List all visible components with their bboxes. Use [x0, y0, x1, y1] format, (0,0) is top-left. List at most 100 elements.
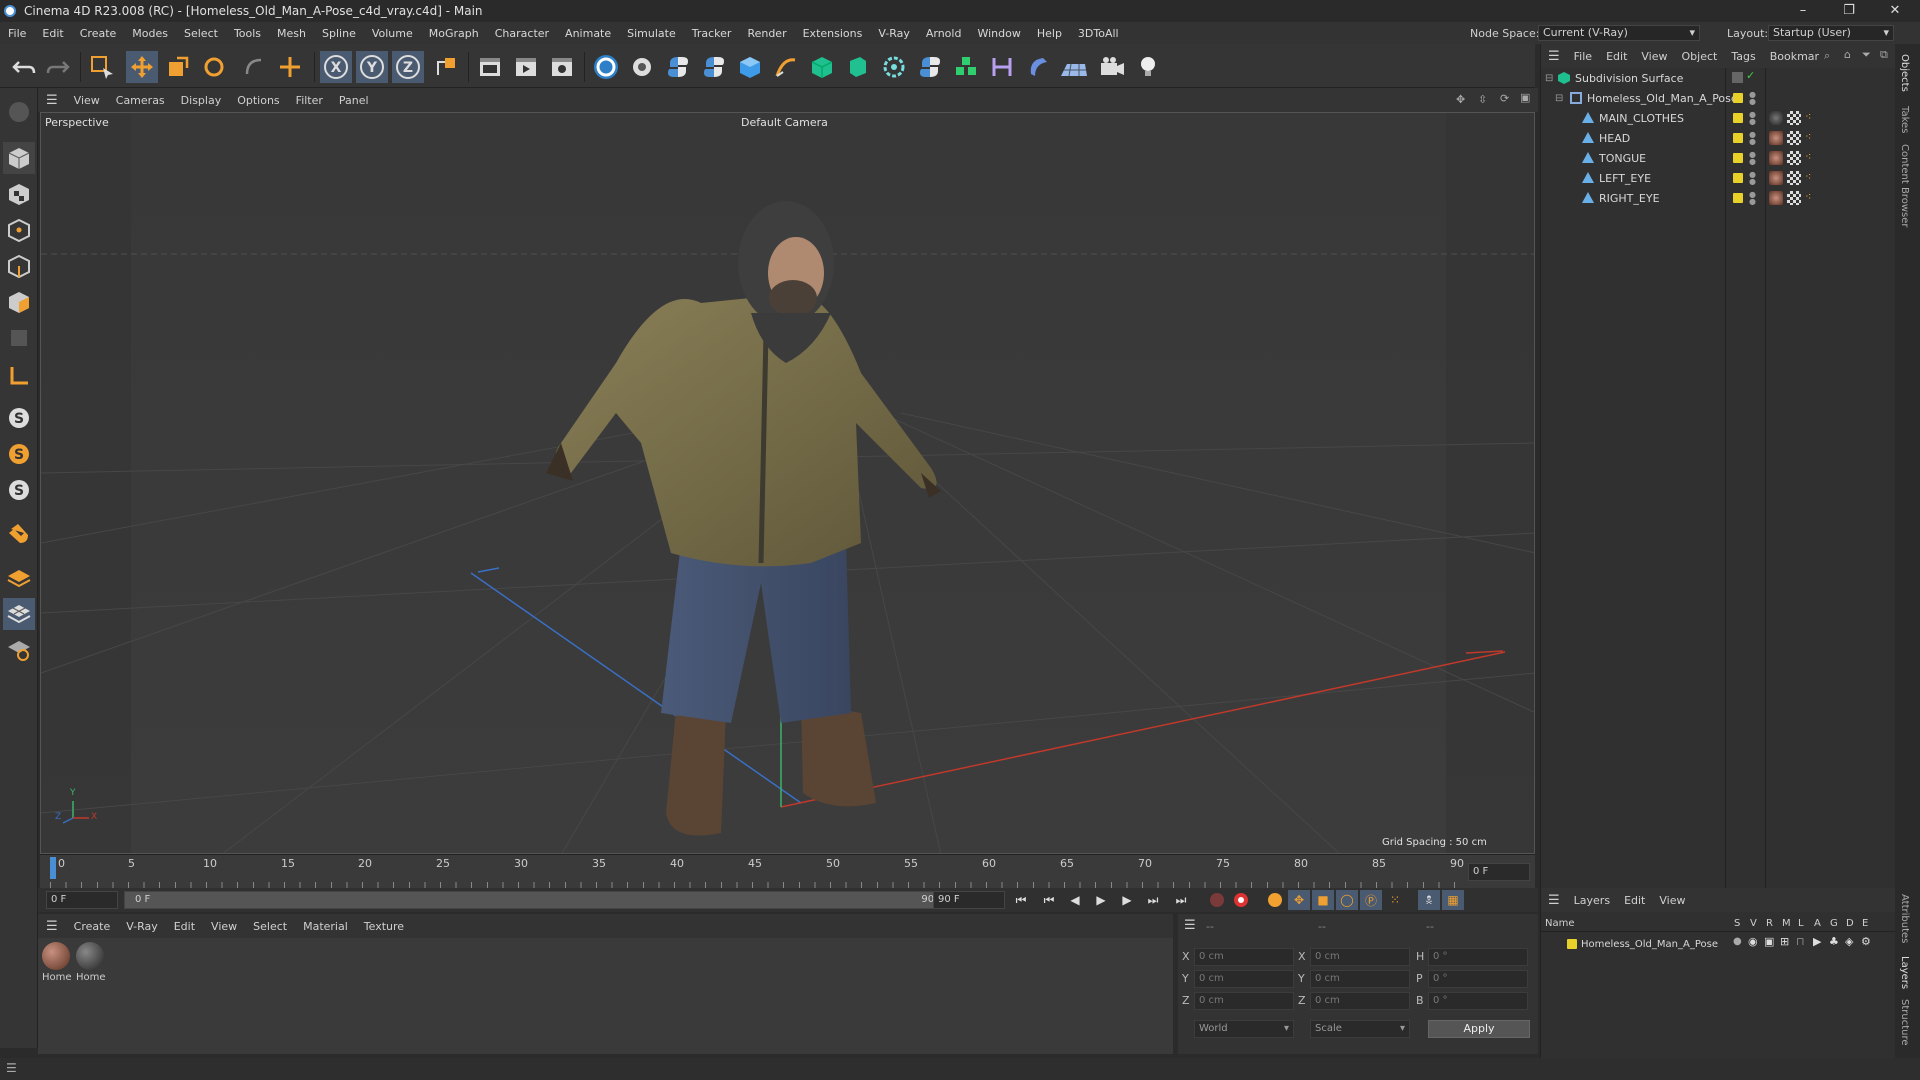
coord-pos-y-field[interactable]: 0 cm	[1194, 970, 1294, 988]
menu-select[interactable]: Select	[176, 27, 226, 40]
start-frame-field[interactable]: 0 F	[46, 891, 118, 909]
tab-content-browser[interactable]: Content Browser	[1899, 144, 1910, 227]
subdivision-button[interactable]	[806, 51, 838, 83]
key-scale-button[interactable]: ■	[1312, 890, 1334, 910]
cube-primitive-button[interactable]	[734, 51, 766, 83]
menu-modes[interactable]: Modes	[124, 27, 176, 40]
camera-button[interactable]	[1096, 51, 1128, 83]
layer-menu-view[interactable]: View	[1652, 894, 1692, 907]
object-menu-hamburger-icon[interactable]: ☰	[1541, 49, 1567, 64]
maximize-view-icon[interactable]: ▣	[1520, 91, 1530, 104]
model-mode-button[interactable]	[3, 142, 35, 174]
uvw-tag[interactable]	[1787, 131, 1801, 145]
apply-button[interactable]: Apply	[1428, 1020, 1530, 1038]
close-button[interactable]: ✕	[1872, 0, 1918, 22]
lock-icon[interactable]: ⊓	[1796, 935, 1805, 948]
solo-icon[interactable]: ●	[1733, 936, 1742, 947]
rotate-view-icon[interactable]: ⟳	[1500, 92, 1509, 105]
record-button[interactable]	[1206, 890, 1228, 910]
layer-col-deformers[interactable]: D	[1846, 918, 1854, 929]
tab-structure[interactable]: Structure	[1899, 999, 1910, 1046]
visibility-dots-icon[interactable]: ● ●	[1749, 191, 1756, 206]
menu-volume[interactable]: Volume	[364, 27, 421, 40]
workplane-button[interactable]	[3, 360, 35, 392]
vray-button[interactable]	[590, 51, 622, 83]
viewport-menu-hamburger-icon[interactable]: ☰	[38, 93, 66, 108]
node-space-select[interactable]: Current (V-Ray) ▾	[1538, 25, 1700, 41]
rotate-tool-button[interactable]	[198, 51, 230, 83]
search-icon[interactable]: ⌕	[1824, 49, 1830, 63]
material-tag[interactable]	[1769, 111, 1783, 125]
menu-create[interactable]: Create	[72, 27, 125, 40]
bend-deformer-button[interactable]	[986, 51, 1018, 83]
menu-file[interactable]: File	[0, 27, 34, 40]
object-row-homeless[interactable]: ⊟ Homeless_Old_Man_A_Pose ● ●	[1541, 88, 1896, 108]
object-menu-file[interactable]: File	[1567, 50, 1599, 63]
viewport-menu-options[interactable]: Options	[229, 94, 287, 107]
coordinate-system-button[interactable]	[430, 51, 462, 83]
goto-start-button[interactable]: ⏮	[1010, 890, 1032, 910]
layer-col-expressions[interactable]: E	[1862, 918, 1868, 929]
tab-attributes[interactable]: Attributes	[1899, 894, 1910, 943]
material-tag[interactable]	[1769, 171, 1783, 185]
points-mode-button[interactable]	[3, 214, 35, 246]
key-position-button[interactable]: ✥	[1288, 890, 1310, 910]
coord-size-z-field[interactable]: 0 cm	[1310, 992, 1410, 1010]
key-rotation-button[interactable]: ◯	[1336, 890, 1358, 910]
coord-pos-x-field[interactable]: 0 cm	[1194, 948, 1294, 966]
menu-help[interactable]: Help	[1029, 27, 1070, 40]
pan-view-icon[interactable]: ✥	[1456, 93, 1465, 106]
python-button-1[interactable]	[662, 51, 694, 83]
move-tool-button[interactable]	[126, 51, 158, 83]
layer-menu-layers[interactable]: Layers	[1567, 894, 1617, 907]
keyframe-selection-button[interactable]	[1264, 890, 1286, 910]
magnet-button[interactable]	[3, 518, 35, 550]
tab-layers[interactable]: Layers	[1899, 956, 1910, 989]
coord-rot-b-field[interactable]: 0 °	[1428, 992, 1528, 1010]
material-tag[interactable]	[1769, 131, 1783, 145]
timeline-ruler[interactable]: 0 5 10 15 20 25 30 35 40 45 50 55 60 65 …	[40, 854, 1535, 888]
menu-mesh[interactable]: Mesh	[269, 27, 314, 40]
deformer-icon[interactable]: ◈	[1845, 935, 1853, 948]
uv-mode-button[interactable]	[3, 322, 35, 354]
next-key-button[interactable]: ⏭	[1142, 890, 1164, 910]
filter-icon[interactable]: ⏷	[1862, 48, 1871, 62]
generator-icon[interactable]: ♣	[1829, 935, 1839, 948]
viewport-menu-filter[interactable]: Filter	[288, 94, 331, 107]
menu-spline[interactable]: Spline	[314, 27, 364, 40]
scale-tool-button[interactable]	[162, 51, 194, 83]
object-row-main-clothes[interactable]: MAIN_CLOTHES ● ● ⁖	[1541, 108, 1896, 128]
minimize-button[interactable]: –	[1780, 0, 1826, 22]
edges-mode-button[interactable]	[3, 250, 35, 282]
layer-col-solo[interactable]: S	[1734, 918, 1740, 929]
material-menu-edit[interactable]: Edit	[166, 920, 203, 933]
extrude-button[interactable]	[842, 51, 874, 83]
goto-end-button[interactable]: ⏭	[1170, 890, 1192, 910]
expand-icon[interactable]: ⊟	[1555, 93, 1563, 104]
object-menu-tags[interactable]: Tags	[1724, 50, 1762, 63]
selection-tag-icon[interactable]: ⁖	[1805, 170, 1811, 183]
layer-row[interactable]: Homeless_Old_Man_A_Pose ● ◉ ▣ ⊞ ⊓ ▶ ♣ ◈ …	[1541, 934, 1896, 954]
layer-col-generators[interactable]: G	[1830, 918, 1838, 929]
python-button-3[interactable]	[914, 51, 946, 83]
uvw-tag[interactable]	[1787, 111, 1801, 125]
next-frame-button[interactable]: ▶	[1116, 890, 1138, 910]
coord-pos-z-field[interactable]: 0 cm	[1194, 992, 1294, 1010]
material-menu-view[interactable]: View	[203, 920, 245, 933]
material-menu-select[interactable]: Select	[245, 920, 295, 933]
zoom-view-icon[interactable]: ⇳	[1478, 93, 1487, 106]
coord-mode-select[interactable]: Scale ▾	[1310, 1020, 1410, 1038]
selection-tag-icon[interactable]: ⁖	[1805, 190, 1811, 203]
home-icon[interactable]: ⌂	[1844, 48, 1851, 61]
menu-simulate[interactable]: Simulate	[619, 27, 684, 40]
visibility-dots-icon[interactable]: ● ●	[1749, 171, 1756, 186]
make-editable-button[interactable]	[3, 96, 35, 128]
selection-tag-icon[interactable]: ⁖	[1805, 130, 1811, 143]
coord-size-x-field[interactable]: 0 cm	[1310, 948, 1410, 966]
uvw-tag[interactable]	[1787, 191, 1801, 205]
material-menu-hamburger-icon[interactable]: ☰	[38, 919, 66, 934]
layer-col-view[interactable]: V	[1750, 918, 1757, 929]
polygons-mode-button[interactable]	[3, 286, 35, 318]
object-row-tongue[interactable]: TONGUE ● ● ⁖	[1541, 148, 1896, 168]
material-menu-texture[interactable]: Texture	[356, 920, 412, 933]
